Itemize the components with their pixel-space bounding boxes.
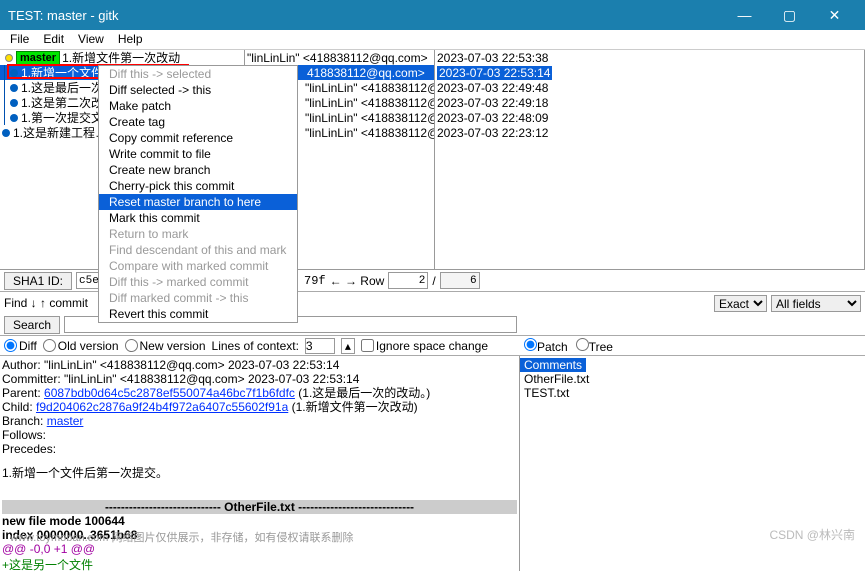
- commit-subject: 1.这是新建工程…: [13, 124, 107, 141]
- menubar: File Edit View Help: [0, 30, 865, 50]
- menu-help[interactable]: Help: [118, 32, 143, 47]
- ctx-reset-branch[interactable]: Reset master branch to here: [99, 194, 297, 210]
- ctx-diff-selected-this[interactable]: Diff selected -> this: [99, 82, 297, 98]
- date-column: 2023-07-03 22:53:38 2023-07-03 22:53:14 …: [435, 50, 865, 269]
- graph-line: [4, 65, 5, 80]
- titlebar: TEST: master - gitk — ▢ ✕: [0, 0, 865, 30]
- menu-edit[interactable]: Edit: [43, 32, 64, 47]
- ctx-make-patch[interactable]: Make patch: [99, 98, 297, 114]
- watermark-text: www.toymoban.com 网络图片仅供展示，非存储，如有侵权请联系删除: [10, 529, 353, 545]
- maximize-button[interactable]: ▢: [767, 0, 812, 30]
- oldver-radio[interactable]: Old version: [43, 339, 119, 353]
- meta-committer: Committer: "linLinLin" <418838112@qq.com…: [2, 372, 517, 386]
- csdn-attribution: CSDN @林兴南: [769, 526, 855, 543]
- spinner-icon[interactable]: ▴: [341, 338, 355, 354]
- ctx-create-tag[interactable]: Create tag: [99, 114, 297, 130]
- ctx-diff-this-selected: Diff this -> selected: [99, 66, 297, 82]
- menu-file[interactable]: File: [10, 32, 29, 47]
- date-cell: 2023-07-03 22:49:48: [435, 80, 864, 95]
- meta-subject: 1.新增一个文件后第一次提交。: [2, 466, 517, 480]
- ctx-diff-this-marked: Diff this -> marked commit: [99, 274, 297, 290]
- file-item[interactable]: OtherFile.txt: [520, 372, 865, 386]
- commit-row[interactable]: master 1.新增文件第一次改动: [0, 50, 244, 65]
- find-label: Find ↓ ↑ commit: [4, 296, 88, 310]
- diff-file-header: ----------------------------- OtherFile.…: [2, 500, 517, 514]
- file-item[interactable]: TEST.txt: [520, 386, 865, 400]
- date-cell: 2023-07-03 22:49:18: [435, 95, 864, 110]
- graph-line: [4, 95, 5, 110]
- file-comments[interactable]: Comments: [520, 358, 586, 372]
- sha-tail: 79f: [304, 274, 326, 288]
- ctx-compare-marked: Compare with marked commit: [99, 258, 297, 274]
- head-bullet-icon: [5, 54, 13, 62]
- file-list: Comments OtherFile.txt TEST.txt: [520, 358, 865, 400]
- commit-bullet-icon: [2, 129, 10, 137]
- meta-child: Child: f9d204062c2876a9f24b4f972a6407c55…: [2, 400, 517, 414]
- date-cell: 2023-07-03 22:53:38: [435, 50, 864, 65]
- branch-link[interactable]: master: [47, 414, 84, 428]
- ctx-cherry-pick[interactable]: Cherry-pick this commit: [99, 178, 297, 194]
- row-total-input: [440, 272, 480, 289]
- ctx-revert-commit[interactable]: Revert this commit: [99, 306, 297, 322]
- tree-radio[interactable]: Tree: [576, 338, 613, 354]
- search-button[interactable]: Search: [4, 316, 60, 334]
- meta-follows: Follows:: [2, 428, 517, 442]
- meta-author: Author: "linLinLin" <418838112@qq.com> 2…: [2, 358, 517, 372]
- date-cell: 2023-07-03 22:48:09: [435, 110, 864, 125]
- child-link[interactable]: f9d204062c2876a9f24b4f972a6407c55602f91a: [36, 400, 288, 414]
- row-sep: /: [432, 274, 435, 288]
- date-cell-selected: 2023-07-03 22:53:14: [435, 65, 864, 80]
- ctx-write-commit-file[interactable]: Write commit to file: [99, 146, 297, 162]
- meta-precedes: Precedes:: [2, 442, 517, 456]
- minimize-button[interactable]: —: [722, 0, 767, 30]
- diff-radio[interactable]: Diff: [4, 339, 37, 353]
- find-exact-select[interactable]: Exact: [714, 295, 767, 312]
- ctx-copy-commit-ref[interactable]: Copy commit reference: [99, 130, 297, 146]
- ctx-create-branch[interactable]: Create new branch: [99, 162, 297, 178]
- meta-branch: Branch: master: [2, 414, 517, 428]
- ignore-space-check[interactable]: Ignore space change: [361, 339, 488, 353]
- window-title: TEST: master - gitk: [8, 8, 722, 23]
- date-cell: 2023-07-03 22:23:12: [435, 125, 864, 140]
- author-cell: "linLinLin" <418838112@qq.com>: [245, 50, 434, 65]
- ctx-diff-marked-this: Diff marked commit -> this: [99, 290, 297, 306]
- graph-line: [4, 80, 5, 95]
- close-button[interactable]: ✕: [812, 0, 857, 30]
- meta-parent: Parent: 6087bdb0d64c5c2878ef550074a46bc7…: [2, 386, 517, 400]
- ctx-return-mark: Return to mark: [99, 226, 297, 242]
- commit-bullet-icon: [10, 69, 18, 77]
- commit-bullet-icon: [10, 114, 18, 122]
- lines-context-label: Lines of context:: [212, 339, 299, 353]
- graph-line: [4, 110, 5, 125]
- ctx-mark-commit[interactable]: Mark this commit: [99, 210, 297, 226]
- row-current-input[interactable]: [388, 272, 428, 289]
- lines-context-input[interactable]: [305, 338, 335, 354]
- row-label: ← → Row: [330, 274, 385, 288]
- commit-bullet-icon: [10, 99, 18, 107]
- patch-radio[interactable]: Patch: [524, 338, 568, 354]
- parent-link[interactable]: 6087bdb0d64c5c2878ef550074a46bc7f1b6fdfc: [44, 386, 295, 400]
- sha-label: SHA1 ID:: [4, 272, 72, 290]
- newver-radio[interactable]: New version: [125, 339, 206, 353]
- ctx-find-descendant: Find descendant of this and mark: [99, 242, 297, 258]
- diff-added-line: +这是另一个文件: [2, 556, 517, 571]
- context-menu: Diff this -> selected Diff selected -> t…: [98, 65, 298, 323]
- commit-bullet-icon: [10, 84, 18, 92]
- branch-tag: master: [16, 51, 60, 65]
- menu-view[interactable]: View: [78, 32, 104, 47]
- find-fields-select[interactable]: All fields: [771, 295, 861, 312]
- diff-line: new file mode 100644: [2, 514, 517, 528]
